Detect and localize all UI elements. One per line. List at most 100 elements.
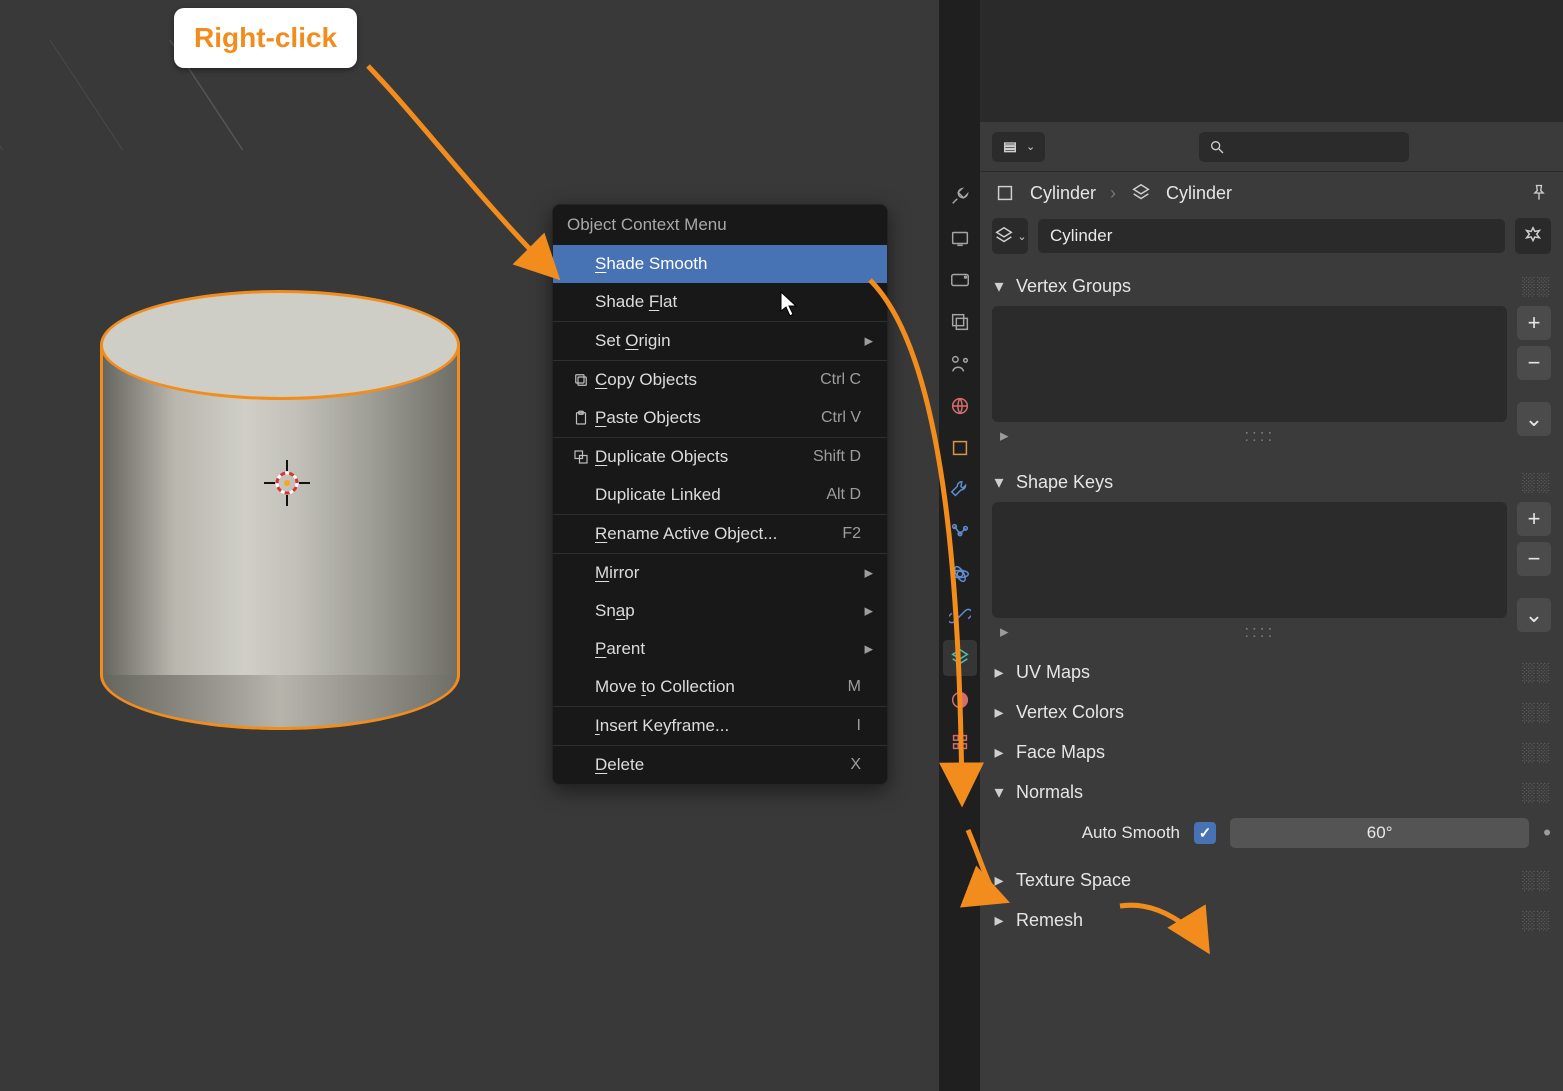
material-tab[interactable] <box>943 682 977 718</box>
vertex-groups-list[interactable] <box>992 306 1507 422</box>
face-maps-header[interactable]: ▸Face Maps░░ <box>992 732 1551 772</box>
grip-icon[interactable]: :::: <box>1244 426 1275 446</box>
expand-icon[interactable]: ▸ <box>1000 622 1009 642</box>
vertex-colors-header[interactable]: ▸Vertex Colors░░ <box>992 692 1551 732</box>
context-menu-item-label: Snap <box>595 601 799 621</box>
shape-keys-header[interactable]: ▾ Shape Keys ░░ <box>992 462 1551 502</box>
vertex-group-specials-button[interactable]: ⌄ <box>1517 402 1551 436</box>
display-mode-dropdown[interactable]: ⌄ <box>992 132 1045 162</box>
chevron-right-icon: › <box>1110 183 1116 204</box>
chevron-down-icon: ▾ <box>992 472 1006 493</box>
context-menu-item[interactable]: Paste ObjectsCtrl V <box>553 399 887 437</box>
mesh-name-field[interactable]: Cylinder <box>1038 219 1505 253</box>
face-maps-label: Face Maps <box>1016 742 1105 763</box>
fake-user-button[interactable] <box>1515 218 1551 254</box>
search-icon <box>1209 139 1225 155</box>
context-menu-item-label: Shade Smooth <box>595 254 799 274</box>
context-menu-item[interactable]: Snap▸ <box>553 592 887 630</box>
context-menu-item[interactable]: Insert Keyframe...I <box>553 707 887 745</box>
shape-keys-list[interactable] <box>992 502 1507 618</box>
modifier-tab[interactable] <box>943 472 977 508</box>
render-tab[interactable] <box>943 262 977 298</box>
context-menu-item[interactable]: DeleteX <box>553 746 887 784</box>
drag-handle-icon[interactable]: ░░ <box>1521 472 1551 493</box>
chevron-down-icon: ▾ <box>992 276 1006 297</box>
tool-tab[interactable] <box>943 178 977 214</box>
uv-maps-header[interactable]: ▸UV Maps░░ <box>992 652 1551 692</box>
context-menu-shortcut: M <box>799 678 861 696</box>
object-data-properties: ⌄ Cylinder › Cylinder ⌄ Cylinder ▾ <box>980 0 1563 1091</box>
physics-tab[interactable] <box>943 556 977 592</box>
datablock-name-row: ⌄ Cylinder <box>980 214 1563 266</box>
texture-tab[interactable] <box>943 724 977 760</box>
object-context-menu: Object Context Menu Shade SmoothShade Fl… <box>552 204 888 785</box>
add-shape-key-button[interactable]: + <box>1517 502 1551 536</box>
context-menu-item-label: Duplicate Objects <box>595 447 799 467</box>
auto-smooth-label: Auto Smooth <box>1030 823 1180 843</box>
breadcrumb-object[interactable]: Cylinder <box>1030 183 1096 204</box>
context-menu-item-label: Rename Active Object... <box>595 524 799 544</box>
context-menu-shortcut: Alt D <box>799 486 861 504</box>
context-menu-item[interactable]: Shade Smooth <box>553 245 887 283</box>
mesh-browse-button[interactable]: ⌄ <box>992 218 1028 254</box>
context-menu-item[interactable]: Mirror ▸ <box>553 554 887 592</box>
remove-vertex-group-button[interactable]: − <box>1517 346 1551 380</box>
context-menu-item[interactable]: Parent ▸ <box>553 630 887 668</box>
panel-header-blank <box>980 0 1563 122</box>
vertex-groups-label: Vertex Groups <box>1016 276 1131 297</box>
context-menu-item[interactable]: Copy ObjectsCtrl C <box>553 361 887 399</box>
remove-shape-key-button[interactable]: − <box>1517 542 1551 576</box>
properties-panel: ⌄ Cylinder › Cylinder ⌄ Cylinder ▾ <box>939 0 1563 1091</box>
context-menu-item[interactable]: Duplicate ObjectsShift D <box>553 438 887 476</box>
auto-smooth-checkbox[interactable]: ✓ <box>1194 822 1216 844</box>
expand-icon[interactable]: ▸ <box>1000 426 1009 446</box>
context-menu-item-label: Copy Objects <box>595 370 799 390</box>
add-vertex-group-button[interactable]: + <box>1517 306 1551 340</box>
auto-smooth-row: Auto Smooth ✓ 60° • <box>980 812 1563 854</box>
breadcrumb-data[interactable]: Cylinder <box>1166 183 1232 204</box>
context-menu-shortcut: Shift D <box>799 448 861 466</box>
context-menu-item-label: Parent <box>595 639 799 659</box>
context-menu-shortcut: Ctrl C <box>799 371 861 389</box>
pin-icon[interactable] <box>1529 183 1549 203</box>
breadcrumb: Cylinder › Cylinder <box>980 172 1563 214</box>
mesh-data-icon <box>1130 182 1152 204</box>
world-tab[interactable] <box>943 388 977 424</box>
remesh-header[interactable]: ▸Remesh░░ <box>992 900 1551 940</box>
scene-tab[interactable] <box>943 346 977 382</box>
output-tab[interactable] <box>943 220 977 256</box>
object-data-tab[interactable] <box>943 640 977 676</box>
context-menu-item-label: Paste Objects <box>595 408 799 428</box>
paste-icon <box>567 409 595 427</box>
vertex-groups-header[interactable]: ▾ Vertex Groups ░░ <box>992 266 1551 306</box>
dup-icon <box>567 448 595 466</box>
chevron-right-icon: ▸ <box>861 639 873 659</box>
chevron-right-icon: ▸ <box>861 563 873 583</box>
remesh-label: Remesh <box>1016 910 1083 931</box>
shape-key-specials-button[interactable]: ⌄ <box>1517 598 1551 632</box>
cylinder-object[interactable] <box>100 290 460 730</box>
constraints-tab[interactable] <box>943 598 977 634</box>
animate-property-button[interactable]: • <box>1543 820 1551 846</box>
normals-header[interactable]: ▾Normals░░ <box>992 772 1551 812</box>
context-menu-item-label: Move to Collection <box>595 677 799 697</box>
particles-tab[interactable] <box>943 514 977 550</box>
texture-space-header[interactable]: ▸Texture Space░░ <box>992 860 1551 900</box>
context-menu-item[interactable]: Rename Active Object...F2 <box>553 515 887 553</box>
context-menu-item[interactable]: Shade Flat <box>553 283 887 321</box>
properties-search-input[interactable] <box>1199 132 1409 162</box>
auto-smooth-angle-field[interactable]: 60° <box>1230 818 1529 848</box>
uv-maps-label: UV Maps <box>1016 662 1090 683</box>
viewlayer-tab[interactable] <box>943 304 977 340</box>
object-tab[interactable] <box>943 430 977 466</box>
grip-icon[interactable]: :::: <box>1244 622 1275 642</box>
context-menu-item[interactable]: Set Origin▸ <box>553 322 887 360</box>
normals-label: Normals <box>1016 782 1083 803</box>
drag-handle-icon[interactable]: ░░ <box>1521 276 1551 297</box>
shape-keys-label: Shape Keys <box>1016 472 1113 493</box>
context-menu-item-label: Insert Keyframe... <box>595 716 799 736</box>
context-menu-item[interactable]: Move to CollectionM <box>553 668 887 706</box>
cylinder-top-cap <box>100 290 460 400</box>
context-menu-item-label: Mirror <box>595 563 799 583</box>
context-menu-item[interactable]: Duplicate LinkedAlt D <box>553 476 887 514</box>
